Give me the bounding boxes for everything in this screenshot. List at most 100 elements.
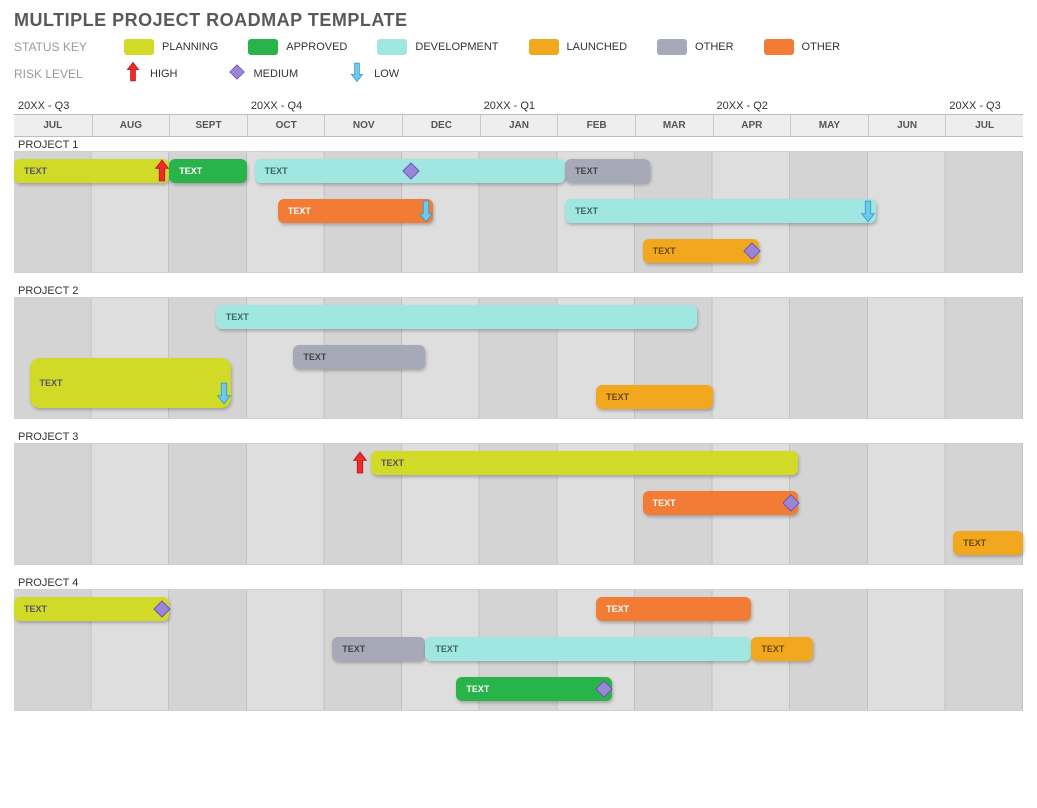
- legend-status-other: OTHER: [764, 39, 841, 55]
- medium-risk-icon: [228, 64, 246, 83]
- swatch-box: [657, 39, 687, 55]
- task-label: TEXT: [963, 538, 986, 548]
- task-bar[interactable]: TEXT: [255, 159, 565, 183]
- high-risk-icon: [349, 448, 371, 478]
- task-label: TEXT: [288, 206, 311, 216]
- project-lanes: TEXT TEXT TEXT TEXT: [14, 297, 1023, 419]
- task-bar[interactable]: TEXT: [565, 199, 875, 223]
- swatch-box: [377, 39, 407, 55]
- swatch-label: OTHER: [695, 41, 734, 53]
- lane: TEXT: [14, 524, 1023, 564]
- risk-legend: RISK LEVEL HIGH MEDIUM LOW: [14, 61, 1023, 86]
- task-label: TEXT: [606, 604, 629, 614]
- task-label: TEXT: [265, 166, 288, 176]
- project-lanes: TEXT TEXT TEXT TEXT TEXT TEXT TEXT: [14, 151, 1023, 273]
- task-bar[interactable]: TEXT: [14, 597, 169, 621]
- month-header: APR: [713, 115, 791, 136]
- task-bar[interactable]: TEXT: [596, 597, 751, 621]
- task-bar[interactable]: TEXT: [751, 637, 813, 661]
- lane: TEXT TEXT TEXT: [14, 630, 1023, 670]
- quarter-label: 20XX - Q3: [14, 98, 92, 114]
- swatch-box: [529, 39, 559, 55]
- lane: TEXT: [14, 232, 1023, 272]
- task-bar[interactable]: TEXT: [30, 358, 232, 408]
- swatch-box: [124, 39, 154, 55]
- project-1: PROJECT 1 TEXT TEXT TEXT TEXT TEXT TEXT TEXT: [14, 137, 1023, 273]
- status-key-label: STATUS KEY: [14, 40, 104, 54]
- month-header: JUL: [14, 115, 92, 136]
- month-header: DEC: [402, 115, 480, 136]
- task-bar[interactable]: TEXT: [371, 451, 798, 475]
- legend-risk-high: HIGH: [124, 61, 178, 86]
- project-title: PROJECT 4: [14, 575, 1023, 589]
- task-label: TEXT: [40, 378, 63, 388]
- lane: TEXT: [14, 670, 1023, 710]
- legend-risk-medium: MEDIUM: [228, 61, 299, 86]
- swatch-label: PLANNING: [162, 41, 218, 53]
- task-label: TEXT: [466, 684, 489, 694]
- page-title: MULTIPLE PROJECT ROADMAP TEMPLATE: [14, 10, 1023, 31]
- project-2: PROJECT 2TEXTTEXTTEXTTEXT: [14, 283, 1023, 419]
- swatch-box: [764, 39, 794, 55]
- lane: TEXT TEXT: [14, 590, 1023, 630]
- task-bar[interactable]: TEXT: [456, 677, 611, 701]
- risk-label: HIGH: [150, 68, 178, 80]
- task-label: TEXT: [342, 644, 365, 654]
- task-bar[interactable]: TEXT: [643, 491, 798, 515]
- task-bar[interactable]: TEXT: [278, 199, 433, 223]
- swatch-label: OTHER: [802, 41, 841, 53]
- project-title: PROJECT 1: [14, 137, 1023, 151]
- high-risk-icon: [124, 61, 142, 86]
- task-bar[interactable]: TEXT: [953, 531, 1023, 555]
- lane: TEXT TEXT: [14, 192, 1023, 232]
- project-lanes: TEXT TEXT TEXT: [14, 443, 1023, 565]
- low-risk-icon: [348, 61, 366, 86]
- task-label: TEXT: [653, 246, 676, 256]
- lane: TEXT: [14, 444, 1023, 484]
- quarter-label: 20XX - Q4: [247, 98, 325, 114]
- project-3: PROJECT 3 TEXT TEXT TEXT: [14, 429, 1023, 565]
- task-label: TEXT: [653, 498, 676, 508]
- risk-label: LOW: [374, 68, 399, 80]
- task-bar[interactable]: TEXT: [565, 159, 650, 183]
- month-header: MAR: [635, 115, 713, 136]
- task-label: TEXT: [303, 352, 326, 362]
- task-bar[interactable]: TEXT: [643, 239, 759, 263]
- task-bar[interactable]: TEXT: [425, 637, 751, 661]
- task-bar[interactable]: TEXT: [596, 385, 712, 409]
- month-header: MAY: [790, 115, 868, 136]
- month-header: SEPT: [169, 115, 247, 136]
- task-label: TEXT: [179, 166, 202, 176]
- month-header: AUG: [92, 115, 170, 136]
- swatch-label: LAUNCHED: [567, 41, 628, 53]
- legend-status-other: OTHER: [657, 39, 734, 55]
- task-label: TEXT: [381, 458, 404, 468]
- swatch-label: DEVELOPMENT: [415, 41, 498, 53]
- lane: TEXT TEXT TEXT TEXT: [14, 152, 1023, 192]
- task-bar[interactable]: TEXT: [169, 159, 247, 183]
- quarter-label: 20XX - Q2: [713, 98, 791, 114]
- risk-level-label: RISK LEVEL: [14, 67, 104, 81]
- legend-status-development: DEVELOPMENT: [377, 39, 498, 55]
- month-header: JUN: [868, 115, 946, 136]
- month-header: JUL: [945, 115, 1023, 136]
- month-header: FEB: [557, 115, 635, 136]
- project-title: PROJECT 3: [14, 429, 1023, 443]
- timeline: 20XX - Q320XX - Q420XX - Q120XX - Q220XX…: [14, 98, 1023, 721]
- task-bar[interactable]: TEXT: [216, 305, 697, 329]
- lane: TEXT: [14, 484, 1023, 524]
- legend-status-launched: LAUNCHED: [529, 39, 628, 55]
- project-lanes: TEXT TEXT TEXT TEXT TEXT TEXT: [14, 589, 1023, 711]
- quarter-label: 20XX - Q1: [480, 98, 558, 114]
- task-bar[interactable]: TEXT: [293, 345, 425, 369]
- legend-risk-low: LOW: [348, 61, 399, 86]
- month-row: JULAUGSEPTOCTNOVDECJANFEBMARAPRMAYJUNJUL: [14, 114, 1023, 137]
- swatch-box: [248, 39, 278, 55]
- month-header: JAN: [480, 115, 558, 136]
- project-4: PROJECT 4 TEXT TEXT TEXT TEXT TEXT TEXT: [14, 575, 1023, 711]
- task-label: TEXT: [435, 644, 458, 654]
- task-label: TEXT: [575, 166, 598, 176]
- task-bar[interactable]: TEXT: [332, 637, 425, 661]
- quarter-row: 20XX - Q320XX - Q420XX - Q120XX - Q220XX…: [14, 98, 1023, 114]
- task-bar[interactable]: TEXT: [14, 159, 169, 183]
